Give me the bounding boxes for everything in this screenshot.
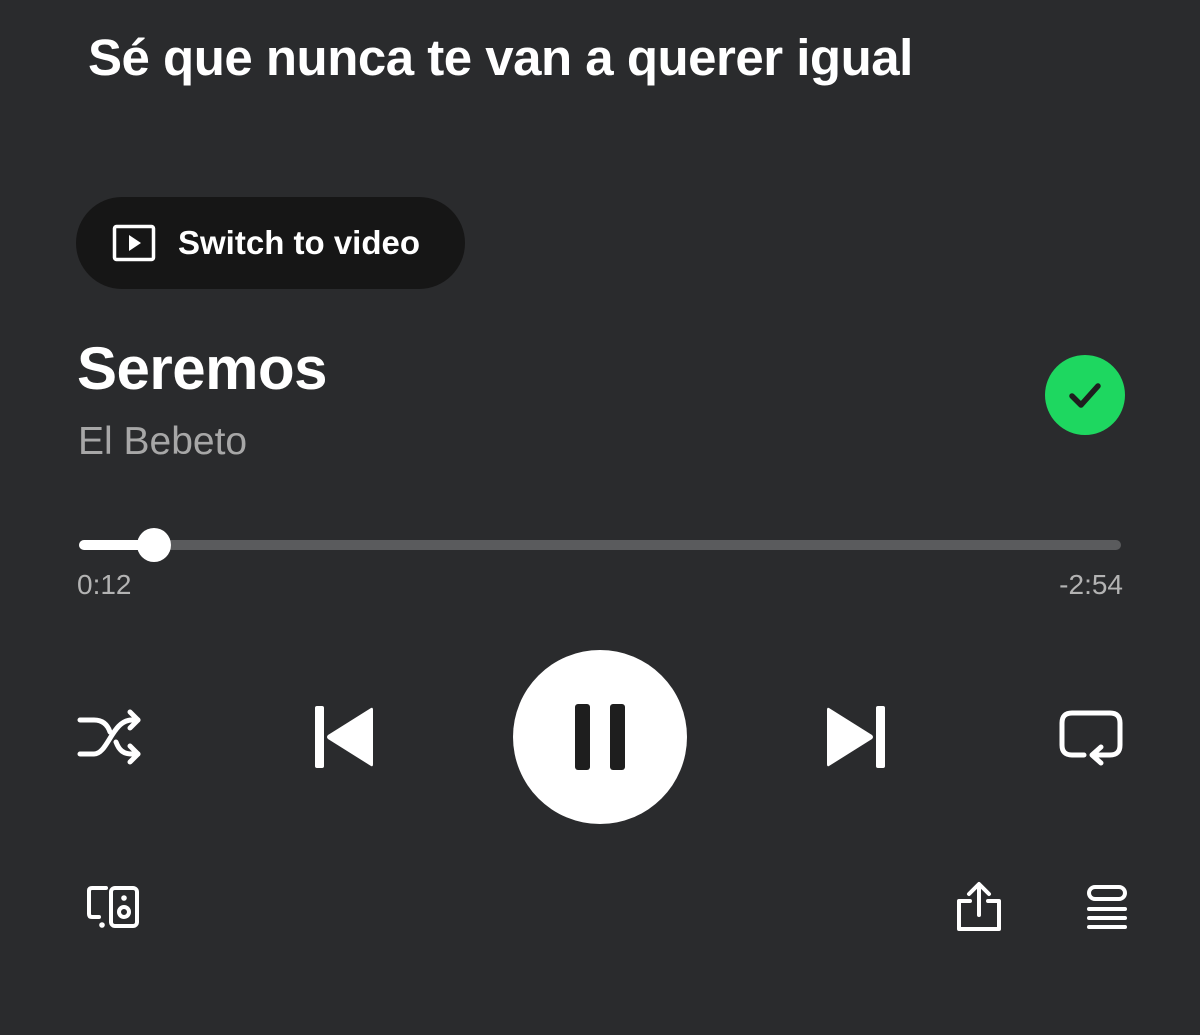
connect-device-button[interactable] [86,884,140,930]
repeat-icon [1058,706,1124,770]
switch-to-video-label: Switch to video [178,224,421,261]
progress-track [79,540,1121,550]
pause-button[interactable] [513,650,687,824]
next-track-button[interactable] [825,704,887,770]
switch-to-video-button[interactable]: Switch to video [76,197,465,289]
shuffle-button[interactable] [76,706,144,768]
artist-name[interactable]: El Bebeto [78,420,247,464]
share-button[interactable] [955,881,1003,933]
previous-track-button[interactable] [313,704,375,770]
connect-device-icon [86,884,140,930]
lyric-line: Sé que nunca te van a querer igual [88,29,913,86]
queue-button[interactable] [1085,884,1129,930]
skip-previous-icon [313,704,375,770]
song-title[interactable]: Seremos [77,334,327,403]
play-square-icon [112,224,156,262]
elapsed-time: 0:12 [77,569,132,600]
pause-icon [573,704,627,770]
saved-to-library-button[interactable] [1045,355,1125,435]
checkmark-icon [1065,375,1105,415]
queue-icon [1085,884,1129,930]
progress-thumb[interactable] [137,528,172,562]
skip-next-icon [825,704,887,770]
shuffle-icon [76,706,144,768]
progress-bar[interactable] [79,528,1121,562]
repeat-button[interactable] [1058,706,1124,770]
remaining-time: -2:54 [1059,569,1123,600]
share-icon [955,881,1003,933]
